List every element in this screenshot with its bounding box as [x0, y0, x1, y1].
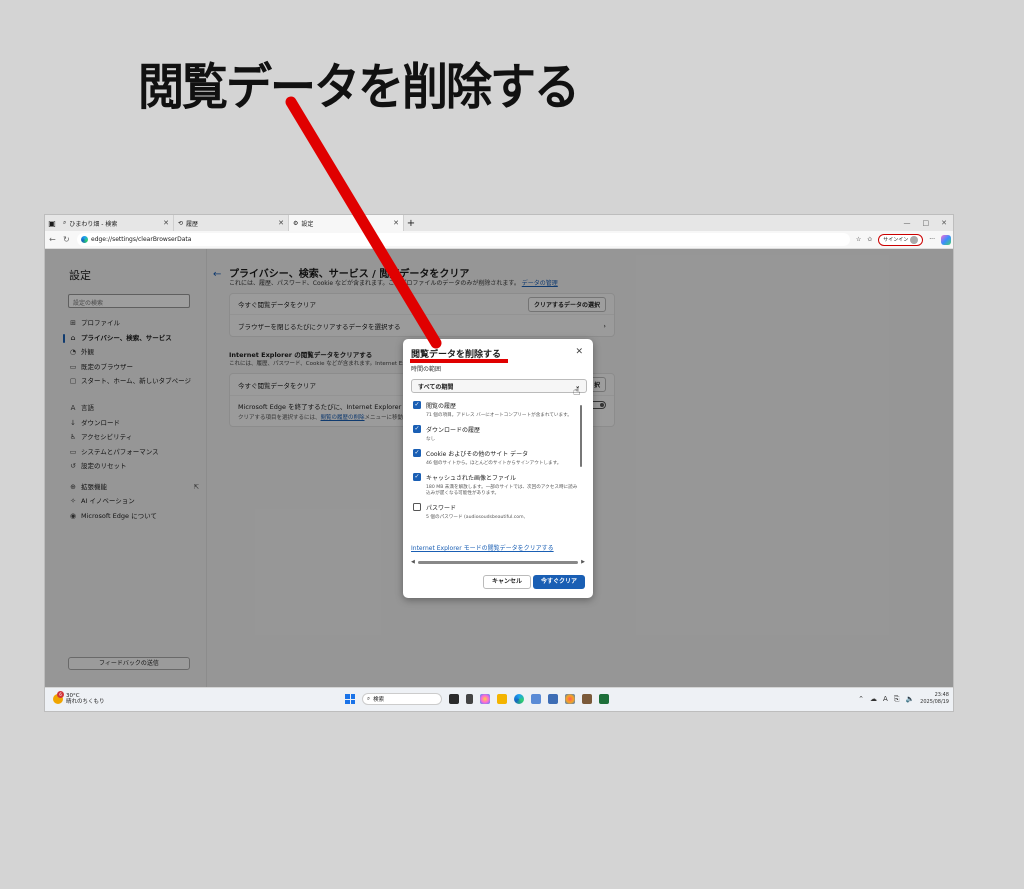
pointer-cursor-icon: ☝: [573, 384, 581, 398]
tab-strip: ▣ ⌕ ひまわり畑 - 検索 ✕ ⟲ 履歴 ✕ ⚙ 設定 ✕ + — □ ✕: [45, 215, 954, 231]
option-cookies[interactable]: ✓ Cookie およびその他のサイト データ 46 個のサイトから。ほとんどのサ…: [413, 449, 579, 467]
scrollbar-thumb[interactable]: [417, 560, 579, 564]
close-window-icon[interactable]: ✕: [941, 219, 947, 227]
clear-now-button[interactable]: 今すぐクリア: [533, 575, 585, 589]
taskbar: 6 30°C 晴れのちくもり ⌕ 検索 ⌃ ☁ A ⎘ 🔈 23:48 2025…: [45, 687, 953, 711]
scroll-right-icon[interactable]: ▶: [581, 559, 585, 565]
time-range-value: すべての期間: [418, 383, 454, 391]
option-download-history[interactable]: ✓ ダウンロードの履歴 なし: [413, 425, 579, 443]
url-text: edge://settings/clearBrowserData: [91, 236, 192, 243]
option-desc: 46 個のサイトから。ほとんどのサイトからサインアウトします。: [426, 461, 562, 466]
refresh-icon[interactable]: ↻: [63, 235, 71, 244]
favorites-icon[interactable]: ✩: [867, 236, 872, 243]
option-desc: 5 個のパスワード (audiosoudsbeautiful.com,: [426, 515, 526, 520]
taskbar-search[interactable]: ⌕ 検索: [362, 693, 442, 705]
data-type-list: ✓ 閲覧の履歴 71 個の項目。アドレス バーにオートコンプリートが含まれています…: [413, 401, 579, 536]
tools-app-icon[interactable]: [582, 694, 592, 704]
close-icon[interactable]: ✕: [393, 219, 399, 227]
tab-settings[interactable]: ⚙ 設定 ✕: [289, 215, 404, 231]
tab-label: ひまわり畑 - 検索: [69, 220, 118, 228]
close-icon[interactable]: ✕: [278, 219, 284, 227]
checkbox-unchecked[interactable]: [413, 503, 421, 511]
weather-widget[interactable]: 6 30°C 晴れのちくもり: [53, 691, 105, 705]
edge-app-icon[interactable]: [514, 694, 524, 704]
tab-search[interactable]: ⌕ ひまわり畑 - 検索 ✕: [59, 215, 174, 231]
close-icon[interactable]: ✕: [163, 219, 169, 227]
close-icon[interactable]: ✕: [575, 347, 583, 357]
weather-badge: 6: [57, 691, 64, 698]
option-label: キャッシュされた画像とファイル: [426, 475, 517, 482]
time-range-label: 時間の範囲: [411, 366, 442, 373]
horizontal-scrollbar[interactable]: ◀ ▶: [411, 559, 585, 565]
weather-desc: 晴れのちくもり: [66, 699, 105, 705]
option-desc: 180 MB 未満を解放します。一部のサイトでは、次回のアクセス時に読み込みが遅…: [426, 485, 578, 496]
clock[interactable]: 23:48 2025/08/19: [920, 692, 949, 706]
checkbox-checked[interactable]: ✓: [413, 449, 421, 457]
checkbox-checked[interactable]: ✓: [413, 473, 421, 481]
network-icon[interactable]: ☁: [870, 695, 877, 703]
new-tab-button[interactable]: +: [404, 218, 418, 229]
copilot-icon[interactable]: [941, 234, 951, 245]
taskbar-search-placeholder: 検索: [373, 697, 385, 703]
checkbox-checked[interactable]: ✓: [413, 401, 421, 409]
scroll-left-icon[interactable]: ◀: [411, 559, 415, 565]
option-cache[interactable]: ✓ キャッシュされた画像とファイル 180 MB 未満を解放します。一部のサイトで…: [413, 473, 579, 497]
ime-indicator[interactable]: A: [883, 695, 888, 703]
volume-icon[interactable]: 🔈: [905, 695, 914, 703]
cancel-button[interactable]: キャンセル: [483, 575, 531, 589]
toolbar-right: ☆ ✩ サインイン ···: [856, 233, 953, 246]
tab-history[interactable]: ⟲ 履歴 ✕: [174, 215, 289, 231]
notepad-app-icon[interactable]: [531, 694, 541, 704]
vertical-scrollbar[interactable]: [580, 405, 582, 467]
paint-app-icon[interactable]: [565, 694, 575, 704]
chevron-up-icon[interactable]: ⌃: [858, 695, 864, 703]
url-field[interactable]: edge://settings/clearBrowserData: [77, 233, 850, 246]
edge-icon: [81, 236, 88, 243]
dialog-title: 閲覧データを削除する: [411, 350, 502, 360]
search-icon: ⌕: [367, 695, 371, 702]
option-browsing-history[interactable]: ✓ 閲覧の履歴 71 個の項目。アドレス バーにオートコンプリートが含まれています…: [413, 401, 579, 419]
option-desc: なし: [426, 437, 436, 442]
minimize-icon[interactable]: —: [904, 219, 911, 227]
option-passwords[interactable]: パスワード 5 個のパスワード (audiosoudsbeautiful.com,: [413, 503, 579, 521]
clock-date: 2025/08/19: [920, 699, 949, 705]
tab-label: 設定: [301, 220, 314, 228]
signin-button[interactable]: サインイン: [878, 233, 924, 246]
weather-sun-icon: 6: [53, 691, 64, 704]
clipboard-icon[interactable]: ⎘: [894, 695, 900, 704]
more-icon[interactable]: ···: [929, 236, 935, 243]
signin-label: サインイン: [883, 237, 909, 243]
option-desc: 71 個の項目。アドレス バーにオートコンプリートが含まれています。: [426, 413, 572, 418]
clear-browsing-data-dialog: 閲覧データを削除する ✕ 時間の範囲 すべての期間 ⌄ ✓ 閲覧の履歴 71 個の…: [403, 339, 593, 598]
option-label: 閲覧の履歴: [426, 403, 457, 410]
taskbar-apps: ⌕ 検索: [345, 693, 609, 705]
windows-start-icon[interactable]: [345, 694, 355, 704]
terminal-app-icon[interactable]: [599, 694, 609, 704]
history-icon: ⟲: [178, 219, 184, 227]
checkbox-checked[interactable]: ✓: [413, 425, 421, 433]
file-explorer-icon[interactable]: [497, 694, 507, 704]
option-label: ダウンロードの履歴: [426, 427, 481, 434]
address-bar: ← ↻ edge://settings/clearBrowserData ☆ ✩…: [45, 231, 953, 249]
clock-time: 23:48: [934, 692, 949, 698]
option-label: パスワード: [426, 505, 457, 512]
avatar: [910, 235, 919, 244]
time-range-select[interactable]: すべての期間 ⌄: [411, 379, 587, 393]
option-label: Cookie およびその他のサイト データ: [426, 451, 529, 458]
favorite-star-icon[interactable]: ☆: [856, 236, 861, 243]
system-tray: ⌃ ☁ A ⎘ 🔈 23:48 2025/08/19: [858, 692, 949, 706]
tab-label: 履歴: [186, 220, 199, 228]
camera-app-icon[interactable]: [449, 694, 459, 704]
maximize-icon[interactable]: □: [923, 219, 930, 227]
copilot-app-icon[interactable]: [480, 694, 490, 704]
gear-icon: ⚙: [293, 219, 299, 227]
workspaces-icon[interactable]: ▣: [45, 215, 59, 231]
calculator-app-icon[interactable]: [548, 694, 558, 704]
task-view-icon[interactable]: [466, 694, 473, 704]
annotation-caption: 閲覧データを削除する: [138, 57, 580, 117]
back-icon[interactable]: ←: [49, 235, 57, 244]
ie-mode-clear-link[interactable]: Internet Explorer モードの閲覧データをクリアする: [411, 543, 554, 552]
window-controls: — □ ✕: [904, 219, 954, 227]
search-icon: ⌕: [63, 219, 67, 226]
